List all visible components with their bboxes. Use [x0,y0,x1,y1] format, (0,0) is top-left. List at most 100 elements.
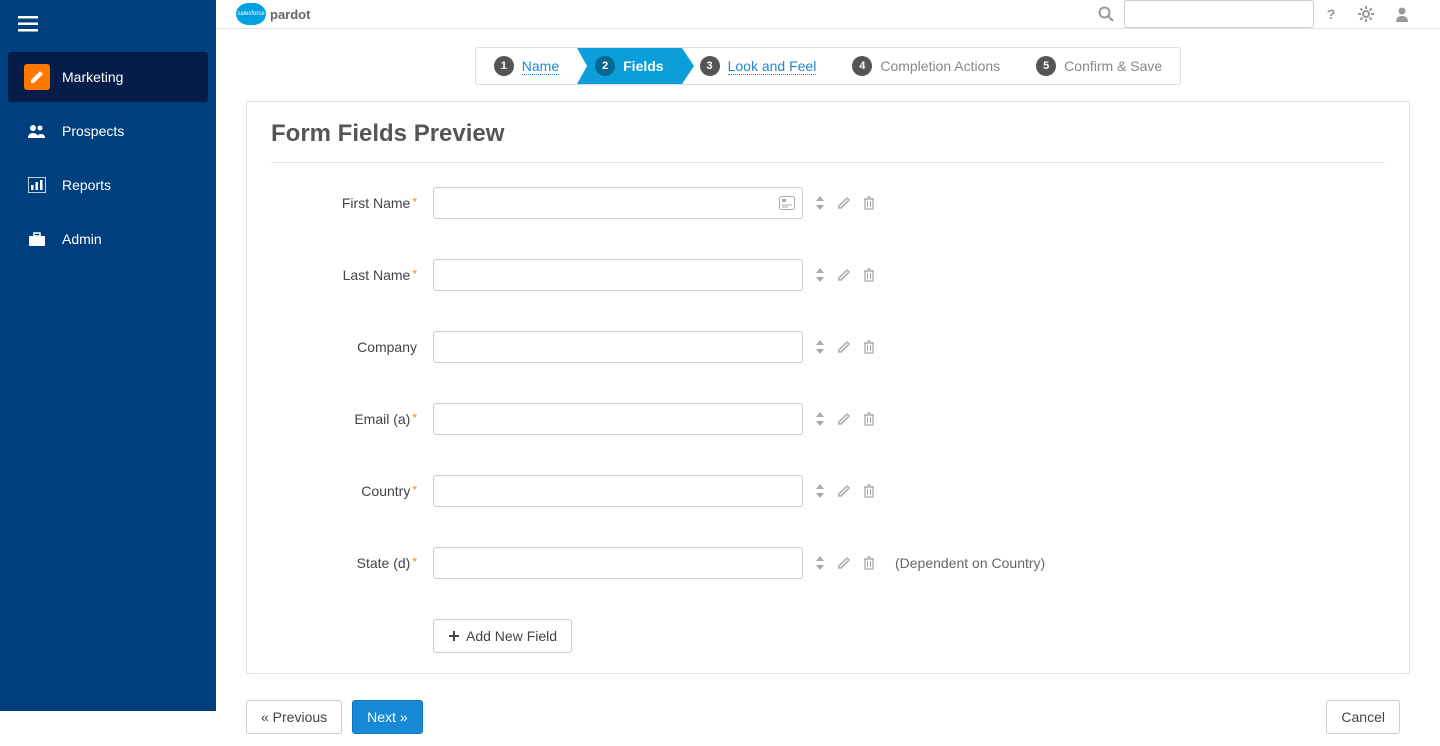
step-number: 5 [1036,56,1056,76]
edit-icon[interactable] [837,484,851,498]
wizard-step-fields[interactable]: 2 Fields [577,48,681,84]
hamburger-menu-icon[interactable] [8,4,48,44]
panel-title: Form Fields Preview [271,120,1385,148]
field-label: State (d)* [271,555,421,571]
next-button[interactable]: Next » [352,700,422,734]
salesforce-cloud-icon: salesforce [236,3,266,25]
logo[interactable]: salesforce pardot [236,3,310,25]
trash-icon[interactable] [863,268,875,282]
step-label: Confirm & Save [1064,58,1162,74]
field-actions [815,268,875,282]
sidebar-item-admin[interactable]: Admin [8,214,208,264]
search-icon[interactable] [1098,6,1114,22]
field-row: Last Name* [271,259,1385,291]
wizard-footer: « Previous Next » Cancel [216,690,1440,746]
logo-product: pardot [270,7,310,22]
plus-icon [448,630,460,642]
field-actions [815,484,875,498]
cancel-button[interactable]: Cancel [1326,700,1400,734]
edit-icon[interactable] [837,556,851,570]
sidebar-nav: Marketing Prospects Reports Admin [0,48,216,268]
field-input[interactable] [433,475,803,507]
users-icon [24,118,50,144]
field-label: First Name* [271,195,421,211]
chart-icon [24,172,50,198]
field-input[interactable] [433,403,803,435]
step-label: Completion Actions [880,58,1000,74]
add-button-label: Add New Field [466,628,557,644]
briefcase-icon [24,226,50,252]
required-indicator: * [412,195,417,209]
trash-icon[interactable] [863,556,875,570]
edit-icon[interactable] [837,412,851,426]
trash-icon[interactable] [863,484,875,498]
edit-icon[interactable] [837,340,851,354]
topbar: salesforce pardot ? [216,0,1440,29]
wizard-step-completion-actions[interactable]: 4 Completion Actions [834,48,1018,84]
sidebar-item-label: Reports [62,177,111,193]
step-label: Fields [623,58,663,74]
gear-icon[interactable] [1358,6,1374,22]
field-label: Last Name* [271,267,421,283]
required-indicator: * [412,267,417,281]
step-number: 4 [852,56,872,76]
edit-icon[interactable] [837,268,851,282]
field-row: Company [271,331,1385,363]
sidebar-item-label: Admin [62,231,102,247]
search-input[interactable] [1124,0,1314,28]
sort-icon[interactable] [815,268,825,282]
trash-icon[interactable] [863,412,875,426]
previous-button[interactable]: « Previous [246,700,342,734]
field-row: State (d)* (Dependent on Country) [271,547,1385,579]
field-actions [815,340,875,354]
required-indicator: * [412,483,417,497]
sidebar-item-reports[interactable]: Reports [8,160,208,210]
field-row: Country* [271,475,1385,507]
trash-icon[interactable] [863,196,875,210]
main-content: salesforce pardot ? 1 Name [216,0,1440,711]
step-label: Name [522,58,559,75]
sidebar-item-label: Marketing [62,69,123,85]
field-actions: (Dependent on Country) [815,555,1045,571]
field-note: (Dependent on Country) [895,555,1045,571]
fields-list: First Name* Last Name* Company Email (a)* Co… [271,187,1385,579]
pencil-icon [24,64,50,90]
wizard-step-look-and-feel[interactable]: 3 Look and Feel [682,48,835,84]
wizard-step-confirm-save[interactable]: 5 Confirm & Save [1018,48,1180,84]
form-fields-panel: Form Fields Preview First Name* Last Name… [246,101,1410,674]
sidebar: Marketing Prospects Reports Admin [0,0,216,711]
wizard-step-name[interactable]: 1 Name [476,48,577,84]
required-indicator: * [412,411,417,425]
field-actions [815,412,875,426]
sidebar-item-label: Prospects [62,123,124,139]
sidebar-item-prospects[interactable]: Prospects [8,106,208,156]
field-row: Email (a)* [271,403,1385,435]
field-label: Company [271,339,421,355]
trash-icon[interactable] [863,340,875,354]
step-number: 3 [700,56,720,76]
autofill-icon[interactable] [779,196,795,210]
field-input[interactable] [433,187,803,219]
help-icon[interactable]: ? [1324,7,1338,21]
logo-brand: salesforce [237,11,264,17]
field-label: Country* [271,483,421,499]
divider [271,162,1385,163]
required-indicator: * [412,555,417,569]
step-label: Look and Feel [728,58,817,75]
sort-icon[interactable] [815,340,825,354]
sort-icon[interactable] [815,412,825,426]
wizard-steps: 1 Name 2 Fields 3 Look and Feel 4 Comple… [216,29,1440,95]
sort-icon[interactable] [815,196,825,210]
user-icon[interactable] [1394,6,1410,22]
sort-icon[interactable] [815,484,825,498]
add-new-field-button[interactable]: Add New Field [433,619,572,653]
field-row: First Name* [271,187,1385,219]
svg-text:?: ? [1327,7,1336,21]
sidebar-item-marketing[interactable]: Marketing [8,52,208,102]
field-input[interactable] [433,259,803,291]
sort-icon[interactable] [815,556,825,570]
edit-icon[interactable] [837,196,851,210]
field-input[interactable] [433,331,803,363]
field-label: Email (a)* [271,411,421,427]
field-input[interactable] [433,547,803,579]
